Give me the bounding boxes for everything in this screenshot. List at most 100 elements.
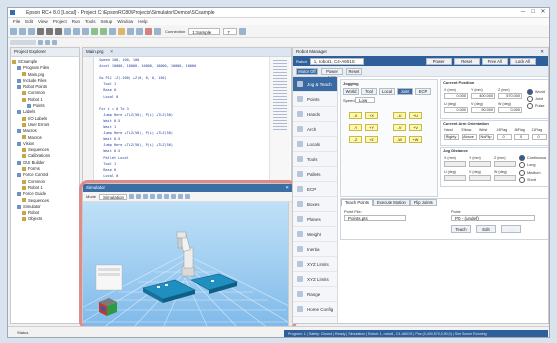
teach-tab-2[interactable]: Flip Joints [409,199,437,206]
jog-button-plusminus-x[interactable]: +X [365,112,378,119]
jog-button-minus-v[interactable]: -V [393,124,406,131]
jog-distance-field[interactable] [444,175,466,181]
nav-9[interactable]: Planes [293,212,337,227]
comment-icon[interactable] [38,39,43,45]
top-tab-3[interactable]: Lock All [509,57,536,65]
jog-mode-local[interactable]: Local [379,88,395,95]
nav-12[interactable]: XYZ Limits [293,257,337,272]
simulator-mode-menu[interactable]: Mode [86,194,96,199]
camera-icon[interactable] [143,194,149,199]
point-file-select[interactable]: Points.pts [344,215,406,221]
nav-13[interactable]: XYZ Limits [293,272,337,287]
nav-2[interactable]: Hands [293,107,337,122]
build-icon[interactable] [91,27,98,35]
minimize-button[interactable]: ─ [518,9,528,16]
menu-view[interactable]: View [38,19,48,24]
editor-tab[interactable]: Main.prg ✕ [83,48,291,57]
nav-8[interactable]: Boxes [293,197,337,212]
jog-distance-field[interactable] [444,161,466,167]
teach-button[interactable]: Teach [451,225,471,233]
reset-button[interactable]: Reset [346,67,362,75]
motor-off-button[interactable]: Motor Off [296,67,318,75]
code-minimap[interactable] [269,57,290,182]
jog-mode-tool[interactable]: Tool [361,88,377,95]
undo-icon[interactable] [64,27,71,35]
robot-select[interactable]: 1, robot1, C4-A601S [309,57,364,65]
open-folder-icon[interactable] [19,27,26,35]
jog-button-minus-w[interactable]: -W [393,136,406,143]
jog-button-minus-z[interactable]: -Z [349,136,362,143]
fit-view-icon[interactable] [171,194,177,199]
robot-manager-icon[interactable] [109,27,116,35]
grid-icon[interactable] [178,194,184,199]
save-icon[interactable] [28,27,35,35]
jog-distance-field[interactable] [494,161,516,167]
simulation-mode-select[interactable]: Simulation [99,193,128,200]
jog-mode-joint[interactable]: Joint [397,88,413,95]
jog-mode-world[interactable]: World [343,88,359,95]
jog-distance-field[interactable] [494,175,516,181]
jog-button-plusminus-w[interactable]: +W [409,136,422,143]
vision-icon[interactable] [127,27,134,35]
menu-setup[interactable]: Setup [101,19,113,24]
io-monitor-icon[interactable] [118,27,125,35]
bookmark-icon[interactable] [52,39,57,45]
indent-icon[interactable] [45,39,50,45]
nav-6[interactable]: Pallets [293,167,337,182]
jog-distance-field[interactable] [469,175,491,181]
robot-manager-close-icon[interactable]: ✕ [540,48,544,56]
jog-distance-long[interactable]: Long [519,162,546,170]
redo-icon[interactable] [73,27,80,35]
nav-15[interactable]: Home Config [293,302,337,317]
position-mode-world[interactable]: World [527,88,545,95]
nav-5[interactable]: Tools [293,152,337,167]
rotate-view-icon[interactable] [164,194,170,199]
nav-14[interactable]: Range [293,287,337,302]
speed-select[interactable]: Low [355,97,375,103]
close-button[interactable]: ✕ [538,9,548,16]
teach-tab-0[interactable]: Teach Points [341,199,373,206]
jog-button-minus-u[interactable]: -U [393,112,406,119]
jog-distance-field[interactable] [469,161,491,167]
position-mode-pulse[interactable]: Pulse [527,102,545,109]
collision-icon[interactable] [185,194,191,199]
nav-4[interactable]: Locals [293,137,337,152]
zoom-out-icon[interactable] [157,194,163,199]
run-icon[interactable] [100,27,107,35]
stop-icon[interactable] [145,27,152,35]
menu-run[interactable]: Run [72,19,80,24]
new-file-icon[interactable] [10,27,17,35]
menu-tools[interactable]: Tools [85,19,96,24]
jog-distance-medium[interactable]: Medium [519,169,546,177]
maximize-button[interactable]: □ [528,9,538,16]
point-select[interactable]: P0 - (undef) [451,215,535,221]
jog-mode-ecp[interactable]: ECP [415,88,431,95]
copy-icon[interactable] [46,27,53,35]
menu-edit[interactable]: Edit [25,19,33,24]
pause-icon[interactable] [136,194,142,199]
help-icon[interactable] [154,27,161,35]
connection-select[interactable]: 1:Sample [188,27,221,35]
nav-0[interactable]: Jog & Teach [293,77,337,92]
search-box[interactable] [10,39,36,45]
tree-item[interactable]: Objects [12,216,78,222]
robot-select[interactable]: 7 [223,27,238,35]
menu-help[interactable]: Help [138,19,147,24]
nav-3[interactable]: Arch [293,122,337,137]
settings-icon[interactable] [239,27,247,35]
nav-7[interactable]: ECP [293,182,337,197]
simulator-close-icon[interactable]: ✕ [285,184,289,192]
3d-viewport[interactable] [83,202,288,326]
paste-icon[interactable] [55,27,62,35]
cut-icon[interactable] [37,27,44,35]
edit-button[interactable]: Edit [476,225,496,233]
position-mode-joint[interactable]: Joint [527,95,545,102]
nav-1[interactable]: Points [293,92,337,107]
menu-project[interactable]: Project [53,19,67,24]
jog-button-minus-y[interactable]: -Y [349,124,362,131]
jog-button-plusminus-u[interactable]: +U [409,112,422,119]
jog-button-minus-x[interactable]: -X [349,112,362,119]
nav-10[interactable]: Weight [293,227,337,242]
power-low-button[interactable]: Power Low [321,67,343,80]
play-icon[interactable] [129,194,135,199]
